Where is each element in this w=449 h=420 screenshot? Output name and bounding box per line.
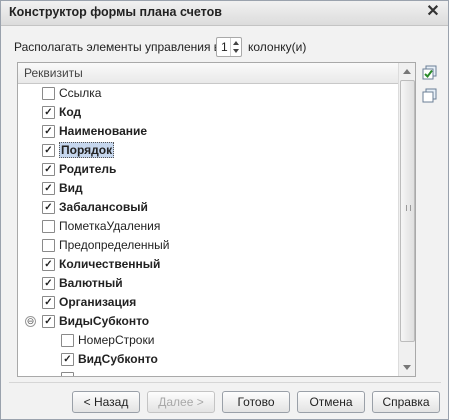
attributes-tree: Реквизиты Ссылка ✓ Код ✓ Наименование ✓ Порядо… — [17, 62, 416, 377]
row-label[interactable]: Наименование — [59, 124, 147, 138]
row-checkbox[interactable]: ✓ — [42, 182, 55, 195]
tree-row[interactable]: ✓ Количественный — [18, 255, 398, 274]
row-checkbox[interactable]: ✓ — [42, 163, 55, 176]
row-checkbox[interactable]: ✓ — [42, 125, 55, 138]
row-label[interactable]: ВидыСубконто — [59, 314, 149, 328]
tree-row[interactable]: ✓ Родитель — [18, 160, 398, 179]
column-count-stepper[interactable]: 1 — [216, 37, 242, 57]
stepper-arrows[interactable] — [230, 38, 241, 56]
title-bar: Конструктор формы плана счетов ✕ — [1, 1, 448, 26]
row-checkbox[interactable] — [42, 87, 55, 100]
row-label[interactable]: Организация — [59, 295, 136, 309]
tree-header-label: Реквизиты — [24, 66, 83, 80]
row-label[interactable]: Ссылка — [59, 86, 101, 100]
tree-row[interactable]: ✓ ВидСубконто — [18, 350, 398, 369]
layout-suffix-label: колонку(и) — [248, 40, 307, 54]
tree-row[interactable]: ПометкаУдаления — [18, 217, 398, 236]
row-label[interactable]: Забалансовый — [59, 200, 148, 214]
row-checkbox[interactable]: ✓ — [42, 144, 55, 157]
tree-row[interactable]: ✓ Забалансовый — [18, 198, 398, 217]
row-label[interactable]: Порядок — [59, 142, 115, 158]
tree-row[interactable]: ✓ Наименование — [18, 122, 398, 141]
row-checkbox[interactable]: ✓ — [42, 258, 55, 271]
check-all-icon[interactable] — [422, 65, 438, 81]
tree-rows: Ссылка ✓ Код ✓ Наименование ✓ Порядок ✓ Родитель… — [18, 84, 398, 376]
row-checkbox[interactable]: ✓ — [61, 353, 74, 366]
row-label[interactable]: НомерСтроки — [78, 333, 154, 347]
row-checkbox[interactable] — [61, 372, 74, 376]
tree-row[interactable] — [18, 369, 398, 376]
row-label[interactable]: Вид — [59, 181, 83, 195]
row-label[interactable]: Предопределенный — [59, 238, 170, 252]
scroll-grip-icon — [406, 205, 411, 211]
tree-row[interactable]: ✓ Код — [18, 103, 398, 122]
scroll-thumb[interactable] — [400, 80, 415, 342]
back-button[interactable]: < Назад — [72, 391, 140, 413]
collapse-icon[interactable]: ⊖ — [25, 316, 36, 327]
row-checkbox[interactable] — [61, 334, 74, 347]
done-button[interactable]: Готово — [222, 391, 290, 413]
row-label[interactable]: ПометкаУдаления — [59, 219, 160, 233]
scroll-down-icon[interactable] — [399, 360, 415, 376]
row-checkbox[interactable]: ✓ — [42, 277, 55, 290]
stepper-up-icon[interactable] — [233, 41, 239, 45]
row-label[interactable]: Родитель — [59, 162, 116, 176]
row-checkbox[interactable] — [42, 239, 55, 252]
tree-row[interactable]: ✓ Организация — [18, 293, 398, 312]
layout-prefix-label: Располагать элементы управления в — [14, 40, 221, 54]
tree-row[interactable]: ⊖ ✓ ВидыСубконто — [18, 312, 398, 331]
tree-row[interactable]: Ссылка — [18, 84, 398, 103]
row-checkbox[interactable]: ✓ — [42, 201, 55, 214]
row-label[interactable]: Валютный — [59, 276, 123, 290]
tree-row[interactable]: Предопределенный — [18, 236, 398, 255]
stepper-down-icon[interactable] — [233, 49, 239, 53]
row-checkbox[interactable]: ✓ — [42, 296, 55, 309]
window-title: Конструктор формы плана счетов — [9, 5, 222, 19]
row-checkbox[interactable]: ✓ — [42, 106, 55, 119]
row-checkbox[interactable] — [42, 220, 55, 233]
tree-row[interactable]: НомерСтроки — [18, 331, 398, 350]
tree-row[interactable]: ✓ Вид — [18, 179, 398, 198]
uncheck-all-icon[interactable] — [422, 88, 438, 104]
button-separator — [9, 382, 441, 383]
scroll-up-icon[interactable] — [399, 63, 415, 79]
close-icon[interactable]: ✕ — [424, 3, 442, 21]
tree-row[interactable]: ✓ Порядок — [18, 141, 398, 160]
vertical-scrollbar[interactable] — [398, 63, 415, 376]
row-label[interactable]: ВидСубконто — [78, 352, 158, 366]
dialog-window: Конструктор формы плана счетов ✕ Распола… — [0, 0, 449, 420]
column-count-value[interactable]: 1 — [221, 40, 228, 54]
layout-control-row: Располагать элементы управления в 1 коло… — [14, 37, 394, 57]
help-button[interactable]: Справка — [372, 391, 440, 413]
tree-header[interactable]: Реквизиты — [18, 63, 398, 84]
row-checkbox[interactable]: ✓ — [42, 315, 55, 328]
cancel-button[interactable]: Отмена — [297, 391, 365, 413]
row-label[interactable]: Код — [59, 105, 81, 119]
tree-row[interactable]: ✓ Валютный — [18, 274, 398, 293]
row-label[interactable]: Количественный — [59, 257, 160, 271]
next-button[interactable]: Далее > — [147, 391, 215, 413]
